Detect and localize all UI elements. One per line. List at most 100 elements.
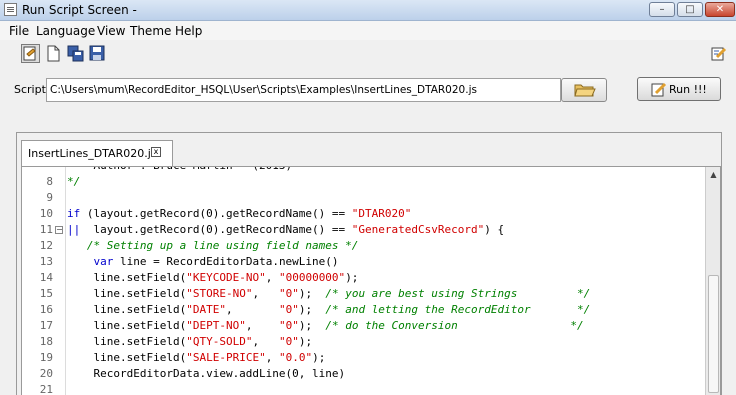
- menu-help[interactable]: Help: [175, 24, 202, 38]
- code-token: "STORE-NO": [186, 287, 253, 300]
- menu-language[interactable]: Language: [36, 24, 95, 38]
- line-number: 21: [39, 383, 53, 395]
- script-path-field[interactable]: C:\Users\mum\RecordEditor_HSQL\User\Scri…: [46, 78, 561, 102]
- close-button[interactable]: ✕: [705, 2, 735, 17]
- open-button[interactable]: [21, 44, 40, 63]
- code-line: RecordEditorData.view.addLine(0, line): [67, 366, 345, 382]
- code-editor[interactable]: 8 9 10 11−12 13 14 15 16 17 18 19 20 21 Author : Bru…: [21, 166, 721, 395]
- close-tab-icon[interactable]: x: [151, 147, 161, 157]
- code-token: ,: [245, 319, 279, 332]
- code-line: var line = RecordEditorData.newLine(): [67, 254, 339, 270]
- code-token: );: [298, 319, 326, 332]
- save-all-icon: [67, 45, 84, 62]
- code-token: layout.getRecord(0).getRecordName() ==: [80, 223, 352, 236]
- menu-view[interactable]: View: [97, 24, 125, 38]
- folder-open-icon: [574, 84, 596, 97]
- script-label: Script: [14, 83, 46, 96]
- code-token: /* and letting the RecordEditor */: [325, 303, 591, 316]
- line-number: 12: [39, 239, 53, 252]
- code-line: */: [67, 174, 80, 190]
- code-token: "SALE-PRICE": [186, 351, 266, 364]
- code-token: );: [298, 287, 326, 300]
- line-number: 17: [39, 319, 53, 332]
- scrollbar-thumb[interactable]: [708, 275, 719, 393]
- menu-file[interactable]: File: [9, 24, 29, 38]
- code-token: "00000000": [278, 271, 346, 284]
- minimize-button[interactable]: –: [649, 2, 675, 17]
- run-button-label: Run !!!: [669, 83, 707, 96]
- app-icon: [4, 3, 17, 16]
- code-token: line = RecordEditorData.newLine(): [113, 255, 339, 268]
- code-token: line.setField(: [67, 335, 187, 348]
- code-token: line.setField(: [67, 319, 187, 332]
- code-token: ||: [67, 223, 81, 236]
- code-line: /* Setting up a line using field names *…: [67, 238, 359, 254]
- code-token: "DTAR020": [351, 207, 412, 220]
- code-line: line.setField("DATE", "0"); /* and letti…: [67, 302, 590, 318]
- code-token: /* you are best using Strings */: [325, 287, 591, 300]
- save-button[interactable]: [88, 44, 107, 63]
- code-token: line.setField(: [67, 351, 187, 364]
- code-line: line.setField("QTY-SOLD", "0");: [67, 334, 312, 350]
- code-token: ,: [252, 335, 279, 348]
- line-number-gutter: 8 9 10 11−12 13 14 15 16 17 18 19 20 21: [22, 167, 66, 395]
- code-token: (layout.getRecord(0).getRecordName() ==: [80, 207, 352, 220]
- code-line: Author : Bruce Martin (2013): [67, 167, 292, 174]
- code-token: ,: [225, 303, 279, 316]
- code-token: Author : Bruce Martin (2013): [67, 167, 292, 172]
- vertical-scrollbar[interactable]: ▲: [705, 167, 720, 395]
- code-token: "DEPT-NO": [186, 319, 246, 332]
- line-number: 19: [39, 351, 53, 364]
- code-token: */: [67, 175, 81, 188]
- run-icon: [651, 82, 667, 97]
- tab-label: InsertLines_DTAR020.js: [28, 147, 157, 160]
- line-number: 18: [39, 335, 53, 348]
- line-number: 13: [39, 255, 53, 268]
- code-line: line.setField("KEYCODE-NO", "00000000");: [67, 270, 358, 286]
- code-token: "0": [278, 303, 299, 316]
- code-token: /* do the Conversion */: [325, 319, 584, 332]
- code-token: "KEYCODE-NO": [186, 271, 266, 284]
- menu-bar: File Language View Theme Help: [0, 21, 736, 40]
- line-number: 8: [46, 175, 53, 188]
- maximize-button[interactable]: □: [677, 2, 703, 17]
- code-token: var: [93, 255, 114, 268]
- code-line: || layout.getRecord(0).getRecordName() =…: [67, 222, 504, 238]
- line-number: 10: [39, 207, 53, 220]
- code-line: if (layout.getRecord(0).getRecordName() …: [67, 206, 411, 222]
- fold-toggle-icon[interactable]: −: [55, 226, 63, 234]
- code-token: RecordEditorData.view.addLine(0, line): [67, 367, 346, 380]
- line-number: 15: [39, 287, 53, 300]
- code-token: "0": [278, 287, 299, 300]
- run-button[interactable]: Run !!!: [637, 77, 721, 101]
- scroll-up-icon[interactable]: ▲: [706, 168, 720, 182]
- code-token: "QTY-SOLD": [186, 335, 253, 348]
- code-token: "0": [278, 319, 299, 332]
- save-all-button[interactable]: [66, 44, 85, 63]
- code-token: "0": [278, 335, 299, 348]
- code-token: ,: [265, 351, 279, 364]
- line-number: 11: [39, 223, 53, 236]
- code-token: if: [67, 207, 81, 220]
- code-token: "0.0": [278, 351, 313, 364]
- open-icon: [23, 46, 36, 61]
- code-line: line.setField("SALE-PRICE", "0.0");: [67, 350, 325, 366]
- code-token: "DATE": [186, 303, 226, 316]
- edit-script-icon: [711, 47, 727, 61]
- new-file-icon: [47, 45, 60, 62]
- new-file-button[interactable]: [44, 44, 63, 63]
- code-token: /* Setting up a line using field names *…: [67, 239, 359, 252]
- line-number: 16: [39, 303, 53, 316]
- tab-insertlines[interactable]: InsertLines_DTAR020.js x: [21, 140, 173, 166]
- code-token: );: [298, 335, 313, 348]
- save-icon: [89, 45, 105, 61]
- browse-button[interactable]: [561, 78, 607, 102]
- code-token: line.setField(: [67, 287, 187, 300]
- window-title: Run Script Screen -: [22, 3, 137, 17]
- line-number: 9: [46, 191, 53, 204]
- menu-theme[interactable]: Theme: [130, 24, 171, 38]
- edit-script-button[interactable]: [709, 44, 728, 63]
- code-token: );: [298, 303, 326, 316]
- code-token: ,: [265, 271, 279, 284]
